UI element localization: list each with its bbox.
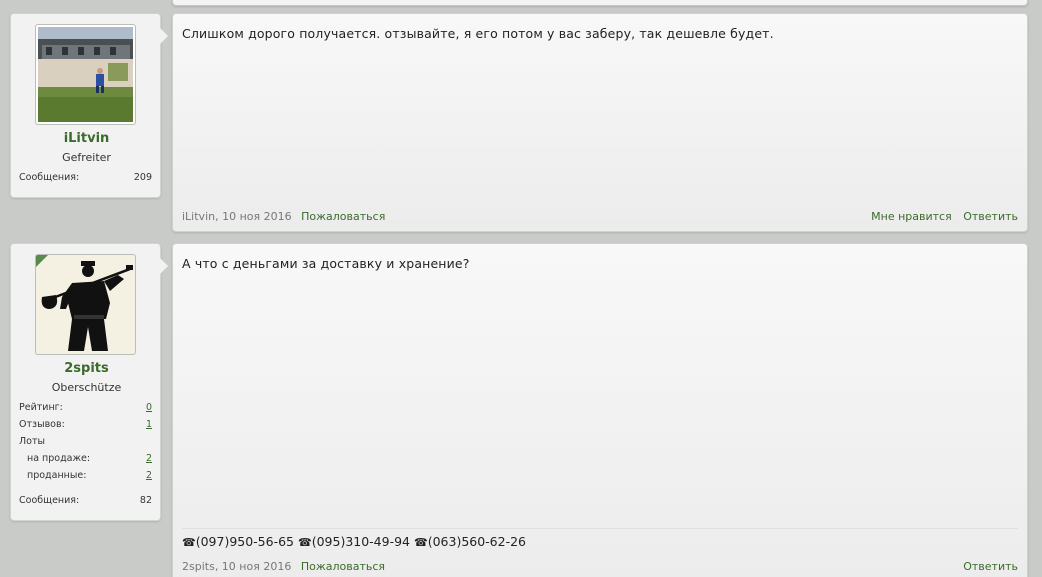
- stat-label: на продаже:: [27, 453, 91, 464]
- stat-label: Отзывов:: [19, 419, 65, 430]
- stat-lots: Лоты: [19, 436, 152, 447]
- stat-label: Сообщения:: [19, 495, 80, 506]
- avatar[interactable]: [35, 24, 136, 125]
- stat-label: Лоты: [19, 436, 45, 447]
- message-box: А что с деньгами за доставку и хранение?…: [172, 243, 1028, 577]
- user-info-panel: 2spits Oberschütze Рейтинг: 0 Отзывов: 1…: [10, 243, 168, 521]
- stat-value[interactable]: 1: [146, 419, 152, 430]
- stat-value[interactable]: 0: [146, 402, 152, 413]
- signature: ☎(097)950-56-65 ☎(095)310-49-94 ☎(063)56…: [182, 534, 526, 549]
- stat-messages: Сообщения: 82: [19, 495, 152, 506]
- stat-value: 82: [139, 495, 152, 506]
- panel-arrow: [160, 28, 168, 44]
- post-date[interactable]: , 10 ноя 2016: [215, 560, 292, 573]
- report-link[interactable]: Пожаловаться: [301, 210, 385, 223]
- post-meta: iLitvin, 10 ноя 2016 Пожаловаться: [182, 210, 385, 223]
- stat-on-sale: на продаже: 2: [19, 453, 152, 464]
- avatar-photo-icon: [38, 27, 133, 122]
- post-author[interactable]: 2spits: [182, 560, 215, 573]
- stat-label: проданные:: [27, 470, 87, 481]
- stat-value: 209: [133, 172, 152, 183]
- avatar[interactable]: [35, 254, 136, 355]
- panel-arrow: [160, 258, 168, 274]
- phone-number: (095)310-49-94: [311, 534, 411, 549]
- user-info-panel: iLitvin Gefreiter Сообщения: 209: [10, 13, 168, 198]
- stat-label: Сообщения:: [19, 172, 80, 183]
- message-text: Слишком дорого получается. отзывайте, я …: [182, 26, 774, 41]
- stat-sold: проданные: 2: [19, 470, 152, 481]
- phone-icon: ☎: [414, 536, 428, 549]
- phone-icon: ☎: [182, 536, 196, 549]
- message-box: Слишком дорого получается. отзывайте, я …: [172, 13, 1028, 232]
- report-link[interactable]: Пожаловаться: [301, 560, 385, 573]
- post-author[interactable]: iLitvin: [182, 210, 215, 223]
- post-meta: 2spits, 10 ноя 2016 Пожаловаться: [182, 560, 385, 573]
- username[interactable]: 2spits: [11, 361, 162, 376]
- post-actions: Мне нравится Ответить: [863, 210, 1018, 223]
- post-date[interactable]: , 10 ноя 2016: [215, 210, 292, 223]
- user-title: Gefreiter: [62, 151, 111, 164]
- stat-reviews: Отзывов: 1: [19, 419, 152, 430]
- reply-link[interactable]: Ответить: [963, 210, 1018, 223]
- like-link[interactable]: Мне нравится: [871, 210, 952, 223]
- stat-label: Рейтинг:: [19, 402, 63, 413]
- stat-value[interactable]: 2: [146, 453, 152, 464]
- username[interactable]: iLitvin: [11, 131, 162, 146]
- reply-link[interactable]: Ответить: [963, 560, 1018, 573]
- previous-post-edge: [172, 0, 1028, 6]
- stat-messages: Сообщения: 209: [19, 172, 152, 183]
- signature-divider: [182, 528, 1018, 529]
- user-title: Oberschütze: [51, 381, 122, 394]
- phone-icon: ☎: [298, 536, 312, 549]
- post-actions: Ответить: [955, 560, 1018, 573]
- avatar-silhouette-icon: [38, 257, 133, 352]
- message-text: А что с деньгами за доставку и хранение?: [182, 256, 470, 271]
- phone-number: (097)950-56-65: [195, 534, 295, 549]
- stat-rating: Рейтинг: 0: [19, 402, 152, 413]
- status-corner: [36, 255, 48, 267]
- phone-number: (063)560-62-26: [427, 534, 527, 549]
- stat-value[interactable]: 2: [146, 470, 152, 481]
